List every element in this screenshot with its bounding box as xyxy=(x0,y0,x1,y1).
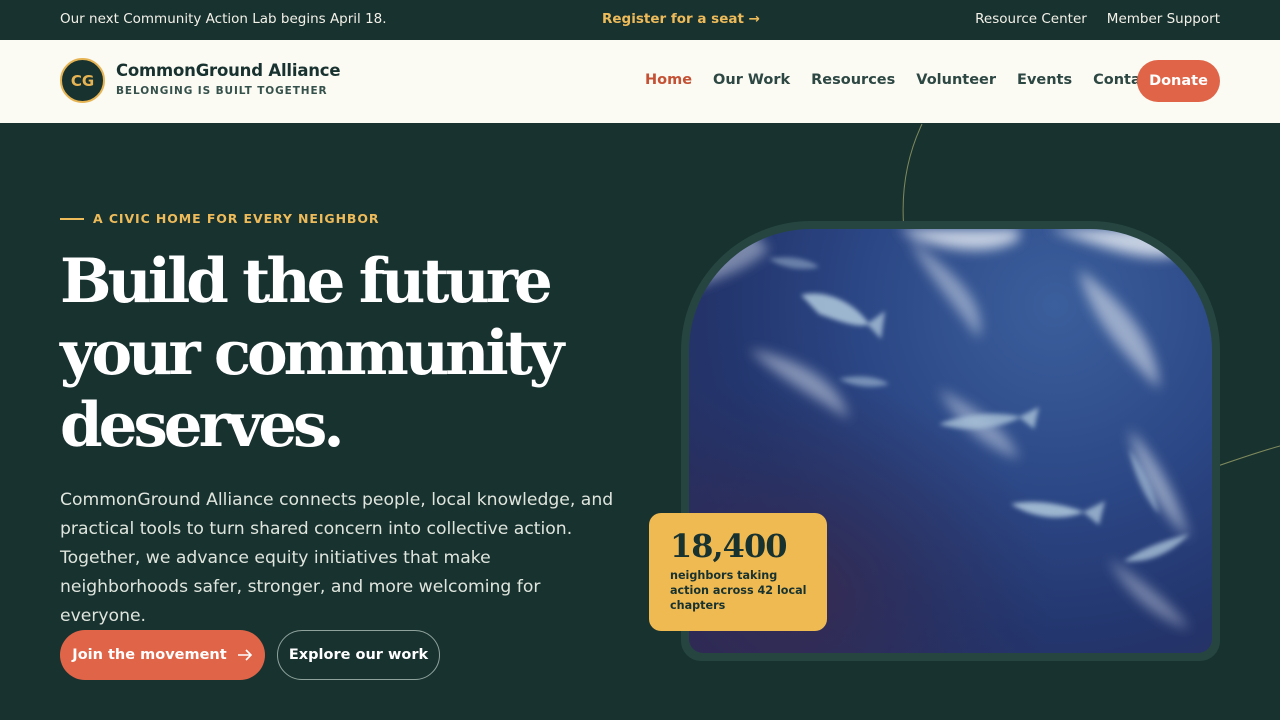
stat-card: 18,400 neighbors taking action across 42… xyxy=(649,513,827,631)
nav-item-home[interactable]: Home xyxy=(645,72,692,88)
announcement-bar: Our next Community Action Lab begins Apr… xyxy=(0,0,1280,40)
hero-eyebrow: A CIVIC HOME FOR EVERY NEIGHBOR xyxy=(60,211,379,226)
join-movement-button[interactable]: Join the movement xyxy=(60,630,265,680)
nav-item-resources[interactable]: Resources xyxy=(811,72,895,88)
nav-menu: Home Our Work Resources Volunteer Events… xyxy=(645,72,1177,88)
arrow-right-icon xyxy=(237,649,252,661)
headline-line-3: deserves. xyxy=(60,390,345,461)
stat-label: neighbors taking action across 42 local … xyxy=(670,569,807,612)
headline-line-1: Build the future xyxy=(60,246,553,317)
main-navigation: CG CommonGround Alliance BELONGING IS BU… xyxy=(0,40,1280,123)
nav-item-our-work[interactable]: Our Work xyxy=(713,72,790,88)
utility-links: Resource Center Member Support xyxy=(975,11,1220,27)
brand-name[interactable]: CommonGround Alliance xyxy=(116,61,341,80)
explore-work-button[interactable]: Explore our work xyxy=(277,630,440,680)
register-link[interactable]: Register for a seat → xyxy=(602,11,760,27)
nav-item-events[interactable]: Events xyxy=(1017,72,1072,88)
donate-button[interactable]: Donate xyxy=(1137,60,1220,102)
join-movement-label: Join the movement xyxy=(72,647,227,663)
member-support-link[interactable]: Member Support xyxy=(1107,11,1220,27)
announcement-text: Our next Community Action Lab begins Apr… xyxy=(60,11,387,27)
eyebrow-text: A CIVIC HOME FOR EVERY NEIGHBOR xyxy=(93,211,380,226)
hero-description: CommonGround Alliance connects people, l… xyxy=(60,490,614,626)
stat-number: 18,400 xyxy=(670,527,787,565)
eyebrow-rule xyxy=(60,217,84,220)
hero-headline: Build the future your community deserves… xyxy=(60,246,620,462)
headline-line-2: your community xyxy=(60,318,564,389)
nav-item-volunteer[interactable]: Volunteer xyxy=(916,72,996,88)
logo[interactable]: CG xyxy=(60,58,105,103)
resource-center-link[interactable]: Resource Center xyxy=(975,11,1087,27)
brand-tagline: BELONGING IS BUILT TOGETHER xyxy=(116,85,328,97)
